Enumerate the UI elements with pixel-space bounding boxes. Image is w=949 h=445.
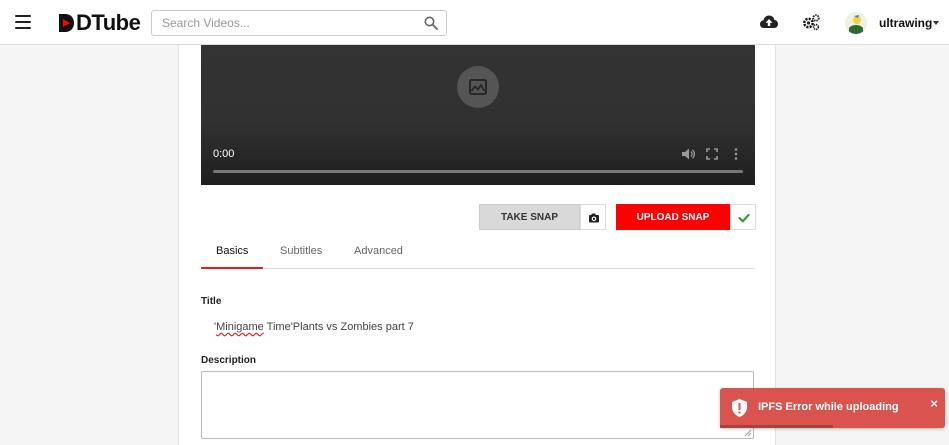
cloud-upload-icon[interactable] (759, 13, 779, 31)
tab-advanced[interactable]: Advanced (354, 245, 403, 257)
settings-gears-icon[interactable] (801, 13, 821, 31)
dtube-logo[interactable]: DTube (57, 10, 141, 36)
video-player[interactable]: 0:00 (201, 45, 755, 185)
upload-panel: 0:00 TAKE SNAP UPLOAD SNAP Basics Subtit… (178, 45, 776, 445)
brand-name: DTube (76, 10, 141, 35)
menu-icon[interactable] (15, 15, 31, 29)
tab-subtitles[interactable]: Subtitles (280, 245, 322, 257)
title-value-rest: Time'Plants vs Zombies part 7 (263, 321, 414, 333)
shield-alert-icon (732, 399, 747, 417)
more-vertical-icon[interactable] (729, 147, 743, 161)
resize-handle-icon[interactable] (744, 429, 752, 437)
video-time: 0:00 (213, 148, 235, 160)
tab-basics[interactable]: Basics (216, 245, 248, 257)
image-placeholder-icon (457, 66, 499, 108)
camera-icon[interactable] (580, 204, 606, 230)
title-input[interactable]: 'Minigame Time'Plants vs Zombies part 7 (214, 321, 414, 333)
active-tab-indicator (201, 267, 263, 269)
toast-message: IPFS Error while uploading (758, 401, 899, 413)
error-toast: IPFS Error while uploading × (720, 388, 945, 428)
fullscreen-icon[interactable] (705, 147, 719, 161)
dtube-logo-icon (59, 14, 74, 32)
description-textarea[interactable] (201, 371, 754, 439)
title-label: Title (201, 296, 222, 307)
take-snap-button[interactable]: TAKE SNAP (479, 204, 580, 230)
volume-icon[interactable] (681, 147, 695, 161)
checkmark-icon (730, 204, 756, 230)
username[interactable]: ultrawing (879, 16, 932, 30)
upload-snap-button[interactable]: UPLOAD SNAP (616, 204, 730, 230)
form-tabs: Basics Subtitles Advanced (201, 235, 755, 269)
video-progress-bar[interactable] (213, 170, 743, 173)
chevron-down-icon[interactable] (933, 21, 939, 25)
search-icon[interactable] (424, 16, 438, 30)
title-value-misspelled-word: Minigame (216, 321, 264, 333)
close-icon[interactable]: × (930, 396, 938, 411)
search-input[interactable] (162, 11, 422, 35)
avatar[interactable] (845, 12, 867, 34)
description-label: Description (201, 355, 257, 366)
top-bar: DTube ultrawing (0, 0, 949, 45)
search-box (151, 10, 447, 36)
toast-timer-bar (720, 425, 833, 428)
avatar-image-icon (845, 12, 867, 34)
